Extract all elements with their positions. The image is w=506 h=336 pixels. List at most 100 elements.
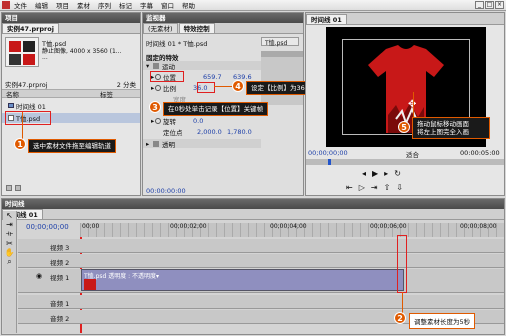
effect-timecode[interactable]: 00:00:00:00 — [146, 187, 186, 195]
time-ruler[interactable]: 00;00 00;00;02;00 00;00;04;00 00;00;06;0… — [80, 223, 504, 237]
track-video-2: 视频 2 — [18, 254, 504, 268]
callout-1-line — [22, 112, 23, 140]
maximize-button[interactable]: □ — [485, 1, 494, 9]
ruler-label-4: 00;00;08;00 — [460, 223, 497, 230]
position-x-value[interactable]: 659.7 — [203, 73, 233, 81]
program-monitor-panel: 时间线 01 ✥ 00;00;00;00 适合 00:00:05:00 ◂ ▶ … — [305, 12, 505, 196]
transport-controls: ◂ ▶ ▸ ↻ — [362, 169, 401, 178]
track-label-audio-1: 音频 1 — [50, 300, 70, 308]
effect-tabs: (无素材) 特效控制 — [143, 23, 303, 34]
stopwatch-icon[interactable] — [155, 84, 161, 91]
menu-bar: 文件 编辑 项目 素材 序列 标记 字幕 窗口 帮助 — [0, 0, 506, 11]
twirl-right-icon[interactable]: ▸ — [143, 140, 153, 148]
loop-icon[interactable]: ↻ — [394, 169, 401, 178]
tab-source[interactable]: (无素材) — [143, 23, 178, 33]
bin-icon[interactable] — [6, 185, 12, 191]
rotation-value[interactable]: 0.0 — [193, 117, 203, 125]
track-label-video-1: 视频 1 — [50, 274, 70, 282]
eye-icon[interactable]: ◉ — [36, 272, 42, 280]
menu-help[interactable]: 帮助 — [182, 0, 195, 10]
callout-1-text: 选中素材文件拖至编辑轨道 — [28, 139, 116, 153]
transport-controls-2: ⇤ ▷ ⇥ ⇧ ⇩ — [346, 183, 403, 192]
program-tabs: 时间线 01 — [306, 13, 504, 25]
menu-sequence[interactable]: 序列 — [98, 0, 111, 10]
clip-thumbnail — [84, 279, 96, 290]
program-scrub-bar[interactable] — [306, 159, 504, 165]
timeline-timecode[interactable]: 00;00;00;00 — [26, 223, 69, 231]
program-timecode-left[interactable]: 00;00;00;00 — [308, 149, 348, 157]
scale-label: 比例 — [163, 84, 176, 93]
tools-strip: ↖ ⇥ ⟛ ✂ ✋ ⌕ — [3, 211, 17, 333]
anchor-x-value[interactable]: 2,000.0 — [197, 128, 227, 136]
go-to-out-icon[interactable]: ⇥ — [371, 183, 378, 192]
hand-tool-icon[interactable]: ✋ — [3, 248, 16, 257]
motion-row[interactable]: ▾ 运动 — [143, 61, 261, 71]
lift-icon[interactable]: ⇧ — [384, 183, 391, 192]
list-item[interactable]: 时间线 01 — [2, 101, 140, 111]
tab-effect-controls[interactable]: 特效控制 — [178, 23, 215, 33]
search-icon[interactable] — [15, 185, 21, 191]
twirl-right-icon[interactable]: ▸ — [143, 84, 155, 92]
play-icon[interactable]: ▶ — [372, 169, 378, 178]
keyframe-area[interactable] — [261, 51, 303, 105]
project-panel: 项目 实例47.prproj T恤.psd 静止图像, 4000 x 3560 … — [1, 12, 141, 196]
twirl-down-icon[interactable]: ▾ — [143, 62, 153, 70]
window-buttons: _ □ × — [475, 1, 504, 9]
menu-window[interactable]: 窗口 — [161, 0, 174, 10]
go-to-in-icon[interactable]: ⇤ — [346, 183, 353, 192]
fit-dropdown[interactable]: 适合 — [406, 149, 419, 159]
sequence-label: 时间线 01 * T恤.psd — [146, 40, 208, 48]
zoom-tool-icon[interactable]: ⌕ — [3, 257, 16, 267]
step-back-icon[interactable]: ◂ — [362, 169, 366, 178]
highlight-box-position — [150, 71, 184, 82]
clip-preview-thumbnail — [5, 37, 39, 67]
column-label[interactable]: 标签 — [100, 89, 113, 99]
callout-2-line — [402, 292, 403, 314]
minimize-button[interactable]: _ — [475, 1, 484, 9]
menu-marker[interactable]: 标记 — [119, 0, 132, 10]
timeline-tabs: 时间线 01 — [2, 209, 504, 220]
menu-edit[interactable]: 编辑 — [35, 0, 48, 10]
monitor-panel-title: 监视器 — [143, 13, 303, 23]
razor-tool-icon[interactable]: ✂ — [3, 239, 16, 248]
highlight-box-psd — [5, 111, 51, 125]
tab-project-file[interactable]: 实例47.prproj — [2, 23, 59, 33]
highlight-box-scale — [197, 82, 215, 93]
opacity-row[interactable]: ▸ 透明 — [143, 139, 261, 149]
track-label-audio-2: 音频 2 — [50, 315, 70, 323]
callout-5-number: 5 — [398, 121, 410, 133]
fx-icon — [153, 62, 159, 69]
close-button[interactable]: × — [495, 1, 504, 9]
timeline-panel-title: 时间线 — [2, 199, 504, 209]
step-forward-icon[interactable]: ▸ — [384, 169, 388, 178]
menu-file[interactable]: 文件 — [14, 0, 27, 10]
anchor-row[interactable]: 定位点 2,000.0 1,780.0 — [143, 127, 261, 137]
selection-tool-icon[interactable]: ↖ — [3, 211, 16, 220]
project-tabs: 实例47.prproj — [2, 23, 140, 34]
extract-icon[interactable]: ⇩ — [396, 183, 403, 192]
ruler-label-1: 00;00;02;00 — [170, 223, 207, 230]
menu-project[interactable]: 项目 — [56, 0, 69, 10]
play-in-out-icon[interactable]: ▷ — [359, 183, 365, 192]
column-name[interactable]: 名称 — [2, 89, 100, 99]
callout-4-number: 4 — [232, 80, 244, 92]
callout-2-number: 2 — [394, 312, 406, 324]
rotation-row[interactable]: ▸ 旋转 0.0 — [143, 116, 261, 126]
menu-clip[interactable]: 素材 — [77, 0, 90, 10]
ruler-label-0: 00;00 — [82, 223, 100, 230]
items-count: 2 分类 — [116, 81, 136, 89]
video-clip[interactable]: T恤.psd 透明度 : 不透明度▾ — [81, 269, 404, 291]
track-select-tool-icon[interactable]: ⇥ — [3, 220, 16, 229]
stopwatch-icon[interactable] — [155, 117, 161, 124]
program-timecode-right: 00:00:05:00 — [460, 149, 500, 157]
tab-program-sequence[interactable]: 时间线 01 — [306, 14, 347, 24]
menu-title[interactable]: 字幕 — [140, 0, 153, 10]
clip-extra: ... — [42, 54, 48, 61]
track-label-video-3: 视频 3 — [50, 244, 70, 252]
playhead-icon[interactable] — [328, 159, 331, 165]
anchor-y-value[interactable]: 1,780.0 — [227, 128, 252, 136]
twirl-right-icon[interactable]: ▸ — [143, 117, 155, 125]
callout-4-text: 设定【比例】为36 — [246, 81, 310, 95]
ruler-label-3: 00;00;06;00 — [370, 223, 407, 230]
ripple-edit-tool-icon[interactable]: ⟛ — [3, 229, 16, 239]
